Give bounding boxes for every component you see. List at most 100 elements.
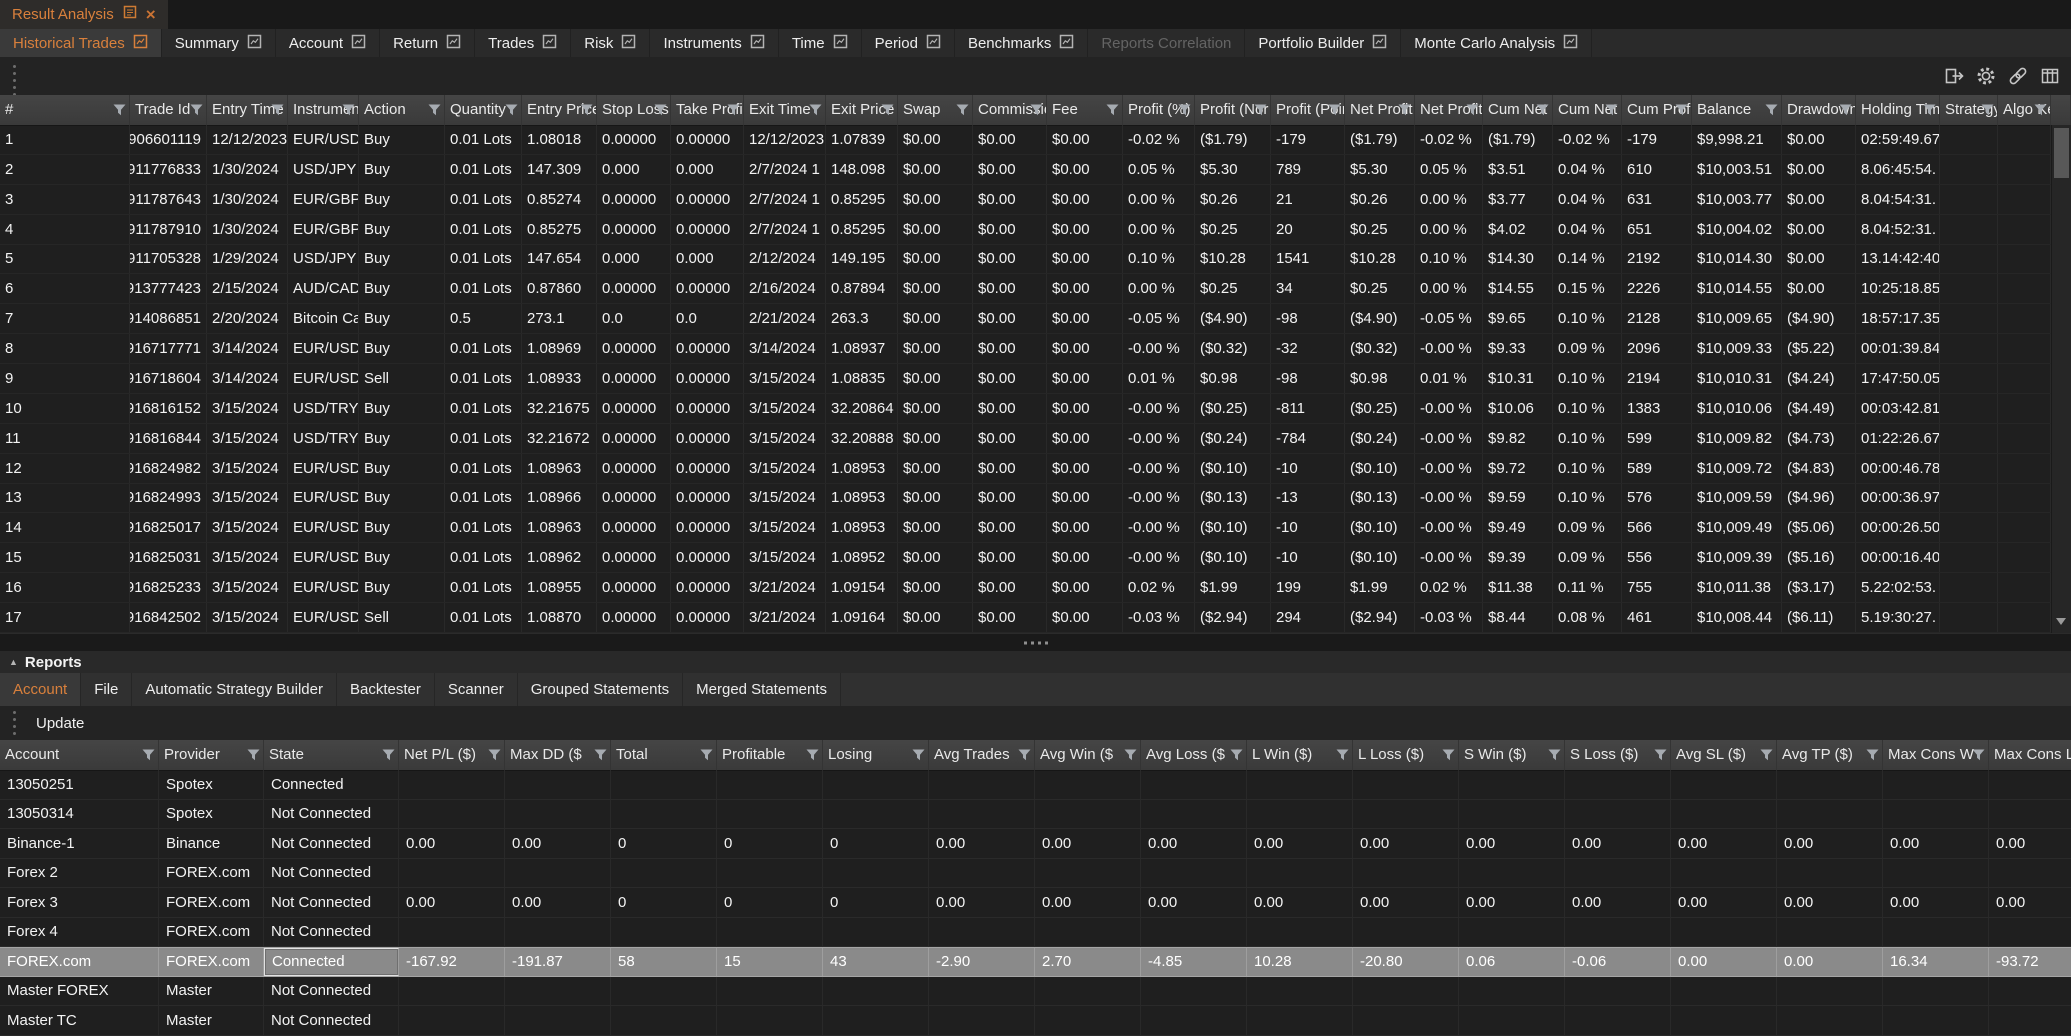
col-header-total[interactable]: Total xyxy=(611,740,717,770)
toolbar-grip[interactable] xyxy=(13,65,16,96)
filter-icon[interactable] xyxy=(1106,104,1119,116)
cell-s-win[interactable] xyxy=(1459,1006,1565,1035)
filter-icon[interactable] xyxy=(1030,104,1043,116)
gear-icon[interactable] xyxy=(1975,65,1997,87)
filter-icon[interactable] xyxy=(1254,104,1267,116)
filter-icon[interactable] xyxy=(1760,749,1773,761)
filter-icon[interactable] xyxy=(1605,104,1618,116)
cell-max-dd[interactable] xyxy=(505,1006,611,1035)
trade-row[interactable]: 69137774232/15/2024AUD/CADBuy0.01 Lots0.… xyxy=(0,274,2052,304)
cell-max-cons-w[interactable]: 0.00 xyxy=(1883,888,1989,917)
scrollbar-thumb[interactable] xyxy=(2054,128,2069,178)
trade-row[interactable]: 49117879101/30/2024EUR/GBPBuy0.01 Lots0.… xyxy=(0,215,2052,245)
cell-total[interactable]: 58 xyxy=(611,948,717,976)
cell-avg-sl[interactable] xyxy=(1671,770,1777,799)
filter-icon[interactable] xyxy=(700,749,713,761)
cell-avg-win[interactable] xyxy=(1035,770,1141,799)
trade-row[interactable]: 190660111912/12/2023EUR/USDBuy0.01 Lots1… xyxy=(0,125,2052,155)
cell-max-cons-l[interactable] xyxy=(1989,859,2071,888)
cell-account[interactable]: Forex 2 xyxy=(0,859,159,888)
cell-avg-loss[interactable]: 0.00 xyxy=(1141,829,1247,858)
cell-losing[interactable] xyxy=(823,918,929,947)
cell-net-p-l[interactable] xyxy=(399,770,505,799)
cell-total[interactable]: 0 xyxy=(611,888,717,917)
filter-icon[interactable] xyxy=(1230,749,1243,761)
account-row-master-tc[interactable]: Master TCMasterNot Connected xyxy=(0,1006,2071,1036)
filter-icon[interactable] xyxy=(1839,104,1852,116)
trade-row[interactable]: 129168249823/15/2024EUR/USDBuy0.01 Lots1… xyxy=(0,454,2052,484)
cell-max-cons-w[interactable]: 16.34 xyxy=(1883,948,1989,976)
cell-s-win[interactable]: 0.06 xyxy=(1459,948,1565,976)
filter-icon[interactable] xyxy=(190,104,203,116)
cell-avg-sl[interactable] xyxy=(1671,977,1777,1006)
export-icon[interactable] xyxy=(1943,65,1965,87)
filter-icon[interactable] xyxy=(1124,749,1137,761)
cell-total[interactable] xyxy=(611,859,717,888)
cell-max-cons-l[interactable] xyxy=(1989,800,2071,829)
col-header-col[interactable]: # xyxy=(0,95,130,125)
col-header-instrument[interactable]: Instrument xyxy=(288,95,359,125)
window-tab-result-analysis[interactable]: Result Analysis × xyxy=(0,0,168,29)
cell-avg-trades[interactable] xyxy=(929,770,1035,799)
cell-state[interactable]: Not Connected xyxy=(264,829,399,858)
cell-l-loss[interactable]: -20.80 xyxy=(1353,948,1459,976)
filter-icon[interactable] xyxy=(1536,104,1549,116)
filter-icon[interactable] xyxy=(580,104,593,116)
cell-max-dd[interactable] xyxy=(505,800,611,829)
cell-s-win[interactable] xyxy=(1459,918,1565,947)
filter-icon[interactable] xyxy=(271,104,284,116)
cell-avg-win[interactable] xyxy=(1035,800,1141,829)
cell-max-dd[interactable] xyxy=(505,918,611,947)
filter-icon[interactable] xyxy=(2034,104,2047,116)
tab-summary[interactable]: Summary xyxy=(162,29,276,57)
cell-total[interactable] xyxy=(611,977,717,1006)
reports-tab-account[interactable]: Account xyxy=(0,673,81,706)
tab-historical-trades[interactable]: Historical Trades xyxy=(0,29,162,57)
filter-icon[interactable] xyxy=(654,104,667,116)
cell-s-loss[interactable] xyxy=(1565,859,1671,888)
account-row-forex-4[interactable]: Forex 4FOREX.comNot Connected xyxy=(0,918,2071,948)
filter-icon[interactable] xyxy=(142,749,155,761)
cell-l-loss[interactable] xyxy=(1353,859,1459,888)
cell-state[interactable]: Not Connected xyxy=(264,977,399,1006)
cell-avg-win[interactable] xyxy=(1035,1006,1141,1035)
cell-profitable[interactable] xyxy=(717,977,823,1006)
panel-splitter[interactable] xyxy=(0,633,2071,653)
cell-max-cons-w[interactable]: 0.00 xyxy=(1883,829,1989,858)
account-row-binance-1[interactable]: Binance-1BinanceNot Connected0.000.00000… xyxy=(0,829,2071,859)
col-header-avg-loss[interactable]: Avg Loss ($ xyxy=(1141,740,1247,770)
col-header-stop-loss[interactable]: Stop Loss xyxy=(597,95,671,125)
cell-l-win[interactable] xyxy=(1247,1006,1353,1035)
cell-l-win[interactable]: 0.00 xyxy=(1247,829,1353,858)
cell-profitable[interactable]: 0 xyxy=(717,829,823,858)
update-button[interactable]: Update xyxy=(36,715,84,732)
trade-row[interactable]: 169168252333/15/2024EUR/USDBuy0.01 Lots1… xyxy=(0,573,2052,603)
cell-max-cons-l[interactable] xyxy=(1989,918,2071,947)
collapse-arrow-icon[interactable]: ▲ xyxy=(9,658,18,667)
col-header-fee[interactable]: Fee xyxy=(1047,95,1123,125)
cell-s-loss[interactable]: -0.06 xyxy=(1565,948,1671,976)
cell-avg-trades[interactable]: 0.00 xyxy=(929,888,1035,917)
filter-icon[interactable] xyxy=(505,104,518,116)
close-icon[interactable]: × xyxy=(146,6,156,23)
filter-icon[interactable] xyxy=(594,749,607,761)
cell-avg-trades[interactable] xyxy=(929,859,1035,888)
cell-avg-win[interactable] xyxy=(1035,859,1141,888)
account-row-master-forex[interactable]: Master FOREXMasterNot Connected xyxy=(0,977,2071,1007)
cell-avg-sl[interactable]: 0.00 xyxy=(1671,829,1777,858)
cell-l-win[interactable]: 10.28 xyxy=(1247,948,1353,976)
cell-max-cons-w[interactable] xyxy=(1883,800,1989,829)
cell-account[interactable]: Forex 4 xyxy=(0,918,159,947)
account-row-forex-com[interactable]: FOREX.comFOREX.comConnected-167.92-191.8… xyxy=(0,947,2071,977)
cell-l-loss[interactable] xyxy=(1353,800,1459,829)
cell-profitable[interactable] xyxy=(717,800,823,829)
filter-icon[interactable] xyxy=(1442,749,1455,761)
col-header-avg-trades[interactable]: Avg Trades xyxy=(929,740,1035,770)
cell-profitable[interactable]: 15 xyxy=(717,948,823,976)
cell-max-cons-w[interactable] xyxy=(1883,770,1989,799)
cell-avg-tp[interactable]: 0.00 xyxy=(1777,829,1883,858)
col-header-l-loss[interactable]: L Loss ($) xyxy=(1353,740,1459,770)
cell-avg-sl[interactable] xyxy=(1671,859,1777,888)
cell-state[interactable]: Not Connected xyxy=(264,918,399,947)
filter-icon[interactable] xyxy=(382,749,395,761)
